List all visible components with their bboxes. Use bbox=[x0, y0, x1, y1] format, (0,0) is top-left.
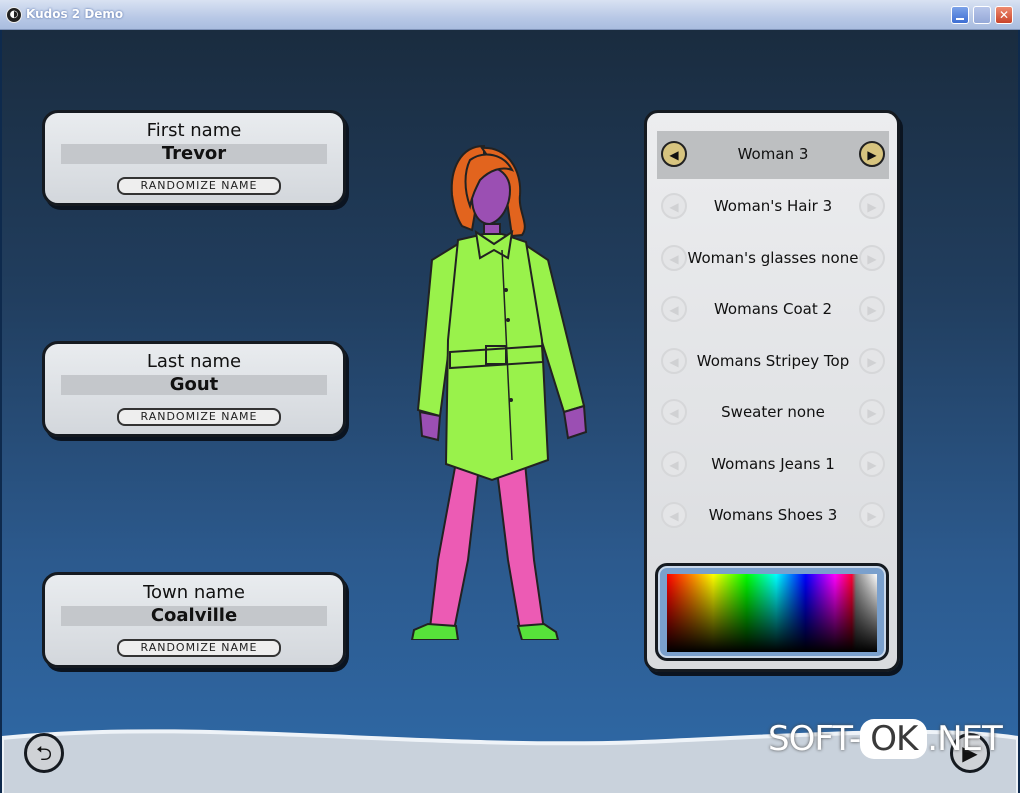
attribute-label: Woman's Hair 3 bbox=[713, 197, 833, 215]
arrow-left-icon[interactable]: ◀ bbox=[661, 245, 687, 271]
attribute-label: Womans Coat 2 bbox=[713, 300, 833, 318]
attribute-row-coat[interactable]: ◀ Womans Coat 2 ▶ bbox=[657, 286, 889, 334]
exit-circle-icon[interactable]: ⮌ bbox=[24, 733, 64, 773]
arrow-right-icon[interactable]: ▶ bbox=[859, 296, 885, 322]
coat-button bbox=[506, 318, 510, 322]
attribute-label: Womans Stripey Top bbox=[696, 352, 850, 370]
arrow-left-icon[interactable]: ◀ bbox=[661, 451, 687, 477]
character-right-shoe bbox=[516, 622, 560, 640]
arrow-right-icon[interactable]: ▶ bbox=[859, 141, 885, 167]
game-canvas: First name Trevor RANDOMIZE NAME Last na… bbox=[2, 30, 1018, 793]
arrow-left-icon[interactable]: ◀ bbox=[661, 348, 687, 374]
attribute-row-sweater[interactable]: ◀ Sweater none ▶ bbox=[657, 389, 889, 437]
attribute-label: Womans Jeans 1 bbox=[711, 455, 835, 473]
last-name-value[interactable]: Gout bbox=[61, 375, 327, 395]
watermark-part-3: .NET bbox=[927, 719, 1002, 759]
town-name-value[interactable]: Coalville bbox=[61, 606, 327, 626]
arrow-right-icon[interactable]: ▶ bbox=[859, 399, 885, 425]
last-name-panel: Last name Gout RANDOMIZE NAME bbox=[42, 341, 346, 437]
character-left-shoe bbox=[410, 622, 460, 640]
coat-button bbox=[504, 288, 508, 292]
watermark-part-2: OK bbox=[860, 719, 928, 759]
color-picker[interactable] bbox=[655, 563, 889, 661]
arrow-left-icon[interactable]: ◀ bbox=[661, 399, 687, 425]
attribute-row-top[interactable]: ◀ Womans Stripey Top ▶ bbox=[657, 338, 889, 386]
window-title: Kudos 2 Demo bbox=[26, 7, 124, 21]
last-name-label: Last name bbox=[146, 351, 242, 372]
attribute-label: Womans Shoes 3 bbox=[708, 506, 838, 524]
arrow-right-icon[interactable]: ▶ bbox=[859, 193, 885, 219]
app-icon: ◐ bbox=[6, 7, 22, 23]
attribute-row-body[interactable]: ◀ Woman 3 ▶ bbox=[657, 131, 889, 179]
first-name-value[interactable]: Trevor bbox=[61, 144, 327, 164]
attribute-row-jeans[interactable]: ◀ Womans Jeans 1 ▶ bbox=[657, 441, 889, 489]
attribute-row-shoes[interactable]: ◀ Womans Shoes 3 ▶ bbox=[657, 492, 889, 540]
arrow-left-icon[interactable]: ◀ bbox=[661, 141, 687, 167]
arrow-left-icon[interactable]: ◀ bbox=[661, 296, 687, 322]
arrow-left-icon[interactable]: ◀ bbox=[661, 502, 687, 528]
attribute-label: Woman 3 bbox=[737, 145, 809, 163]
randomize-last-name-button[interactable]: RANDOMIZE NAME bbox=[117, 408, 281, 426]
maximize-button[interactable] bbox=[973, 6, 991, 24]
attribute-row-glasses[interactable]: ◀ Woman's glasses none ▶ bbox=[657, 235, 889, 283]
window-title-bar: ◐ Kudos 2 Demo ✕ bbox=[0, 0, 1020, 30]
character-figure bbox=[410, 144, 588, 640]
randomize-first-name-button[interactable]: RANDOMIZE NAME bbox=[117, 177, 281, 195]
arrow-right-icon[interactable]: ▶ bbox=[859, 502, 885, 528]
watermark: SOFT- OK .NET bbox=[768, 719, 1003, 759]
randomize-town-name-button[interactable]: RANDOMIZE NAME bbox=[117, 639, 281, 657]
coat-button bbox=[509, 398, 513, 402]
close-button[interactable]: ✕ bbox=[995, 6, 1013, 24]
character-right-hand bbox=[562, 404, 588, 440]
color-spectrum[interactable] bbox=[667, 574, 877, 652]
arrow-right-icon[interactable]: ▶ bbox=[859, 245, 885, 271]
town-name-label: Town name bbox=[143, 582, 245, 603]
attribute-row-hair[interactable]: ◀ Woman's Hair 3 ▶ bbox=[657, 183, 889, 231]
first-name-label: First name bbox=[146, 120, 242, 141]
watermark-part-1: SOFT- bbox=[768, 719, 861, 759]
character-left-hand bbox=[418, 410, 442, 442]
arrow-right-icon[interactable]: ▶ bbox=[859, 348, 885, 374]
attribute-label: Woman's glasses none bbox=[687, 249, 859, 267]
appearance-panel: ◀ Woman 3 ▶ ◀ Woman's Hair 3 ▶ ◀ Woman's… bbox=[644, 110, 900, 672]
first-name-panel: First name Trevor RANDOMIZE NAME bbox=[42, 110, 346, 206]
arrow-left-icon[interactable]: ◀ bbox=[661, 193, 687, 219]
attribute-label: Sweater none bbox=[721, 403, 825, 421]
town-name-panel: Town name Coalville RANDOMIZE NAME bbox=[42, 572, 346, 668]
arrow-right-icon[interactable]: ▶ bbox=[859, 451, 885, 477]
minimize-button[interactable] bbox=[951, 6, 969, 24]
